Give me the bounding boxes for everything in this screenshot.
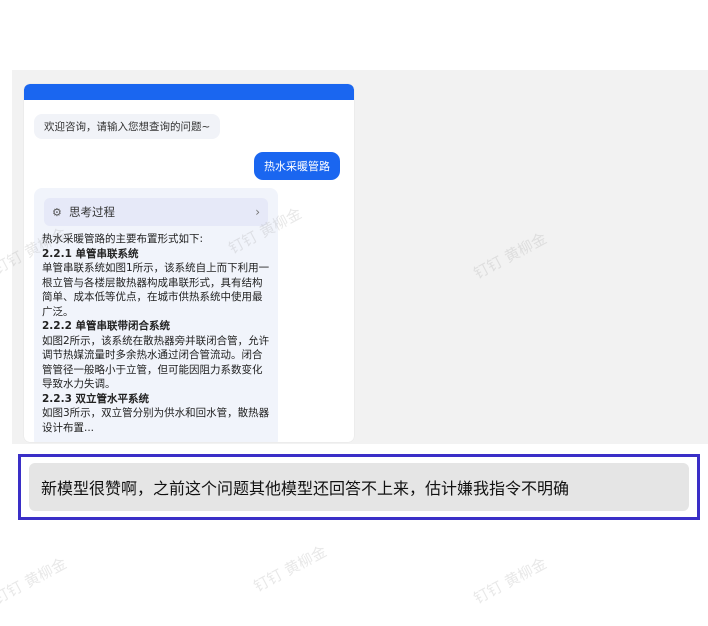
chevron-right-icon: ›	[255, 205, 260, 219]
watermark: 钉钉 黄柳金	[0, 554, 70, 608]
section-title: 2.2.3 双立管水平系统	[42, 392, 150, 405]
watermark: 钉钉 黄柳金	[250, 542, 330, 596]
chat-window: 欢迎咨询，请输入您想查询的问题~ 热水采暖管路 ⚙ 思考过程 › 热水采暖管路的…	[24, 84, 354, 442]
feedback-comment: 新模型很赞啊，之前这个问题其他模型还回答不上来，估计嫌我指令不明确	[29, 463, 689, 511]
assistant-answer-card: ⚙ 思考过程 › 热水采暖管路的主要布置形式如下: 2.2.1 单管串联系统 单…	[34, 188, 278, 442]
thinking-icon: ⚙	[52, 205, 62, 219]
section-text: 如图3所示，双立管分别为供水和回水管，散热器设计布置...	[42, 407, 270, 434]
thinking-process-toggle[interactable]: ⚙ 思考过程 ›	[44, 198, 268, 226]
answer-body: 热水采暖管路的主要布置形式如下: 2.2.1 单管串联系统 单管串联系统如图1所…	[34, 232, 278, 435]
section-text: 单管串联系统如图1所示，该系统自上而下利用一根立管与各楼层散热器构成串联形式，具…	[42, 262, 270, 318]
chat-header-bar	[24, 84, 354, 100]
section-text: 如图2所示，该系统在散热器旁并联闭合管，允许调节热媒流量时多余热水通过闭合管流动…	[42, 334, 270, 391]
thinking-label: 思考过程	[69, 205, 115, 219]
watermark: 钉钉 黄柳金	[470, 554, 550, 608]
section-title: 2.2.2 单管串联带闭合系统	[42, 320, 171, 332]
user-message-bubble: 热水采暖管路	[254, 152, 340, 180]
welcome-message: 欢迎咨询，请输入您想查询的问题~	[34, 114, 221, 139]
feedback-highlight-box: 新模型很赞啊，之前这个问题其他模型还回答不上来，估计嫌我指令不明确	[18, 454, 700, 520]
